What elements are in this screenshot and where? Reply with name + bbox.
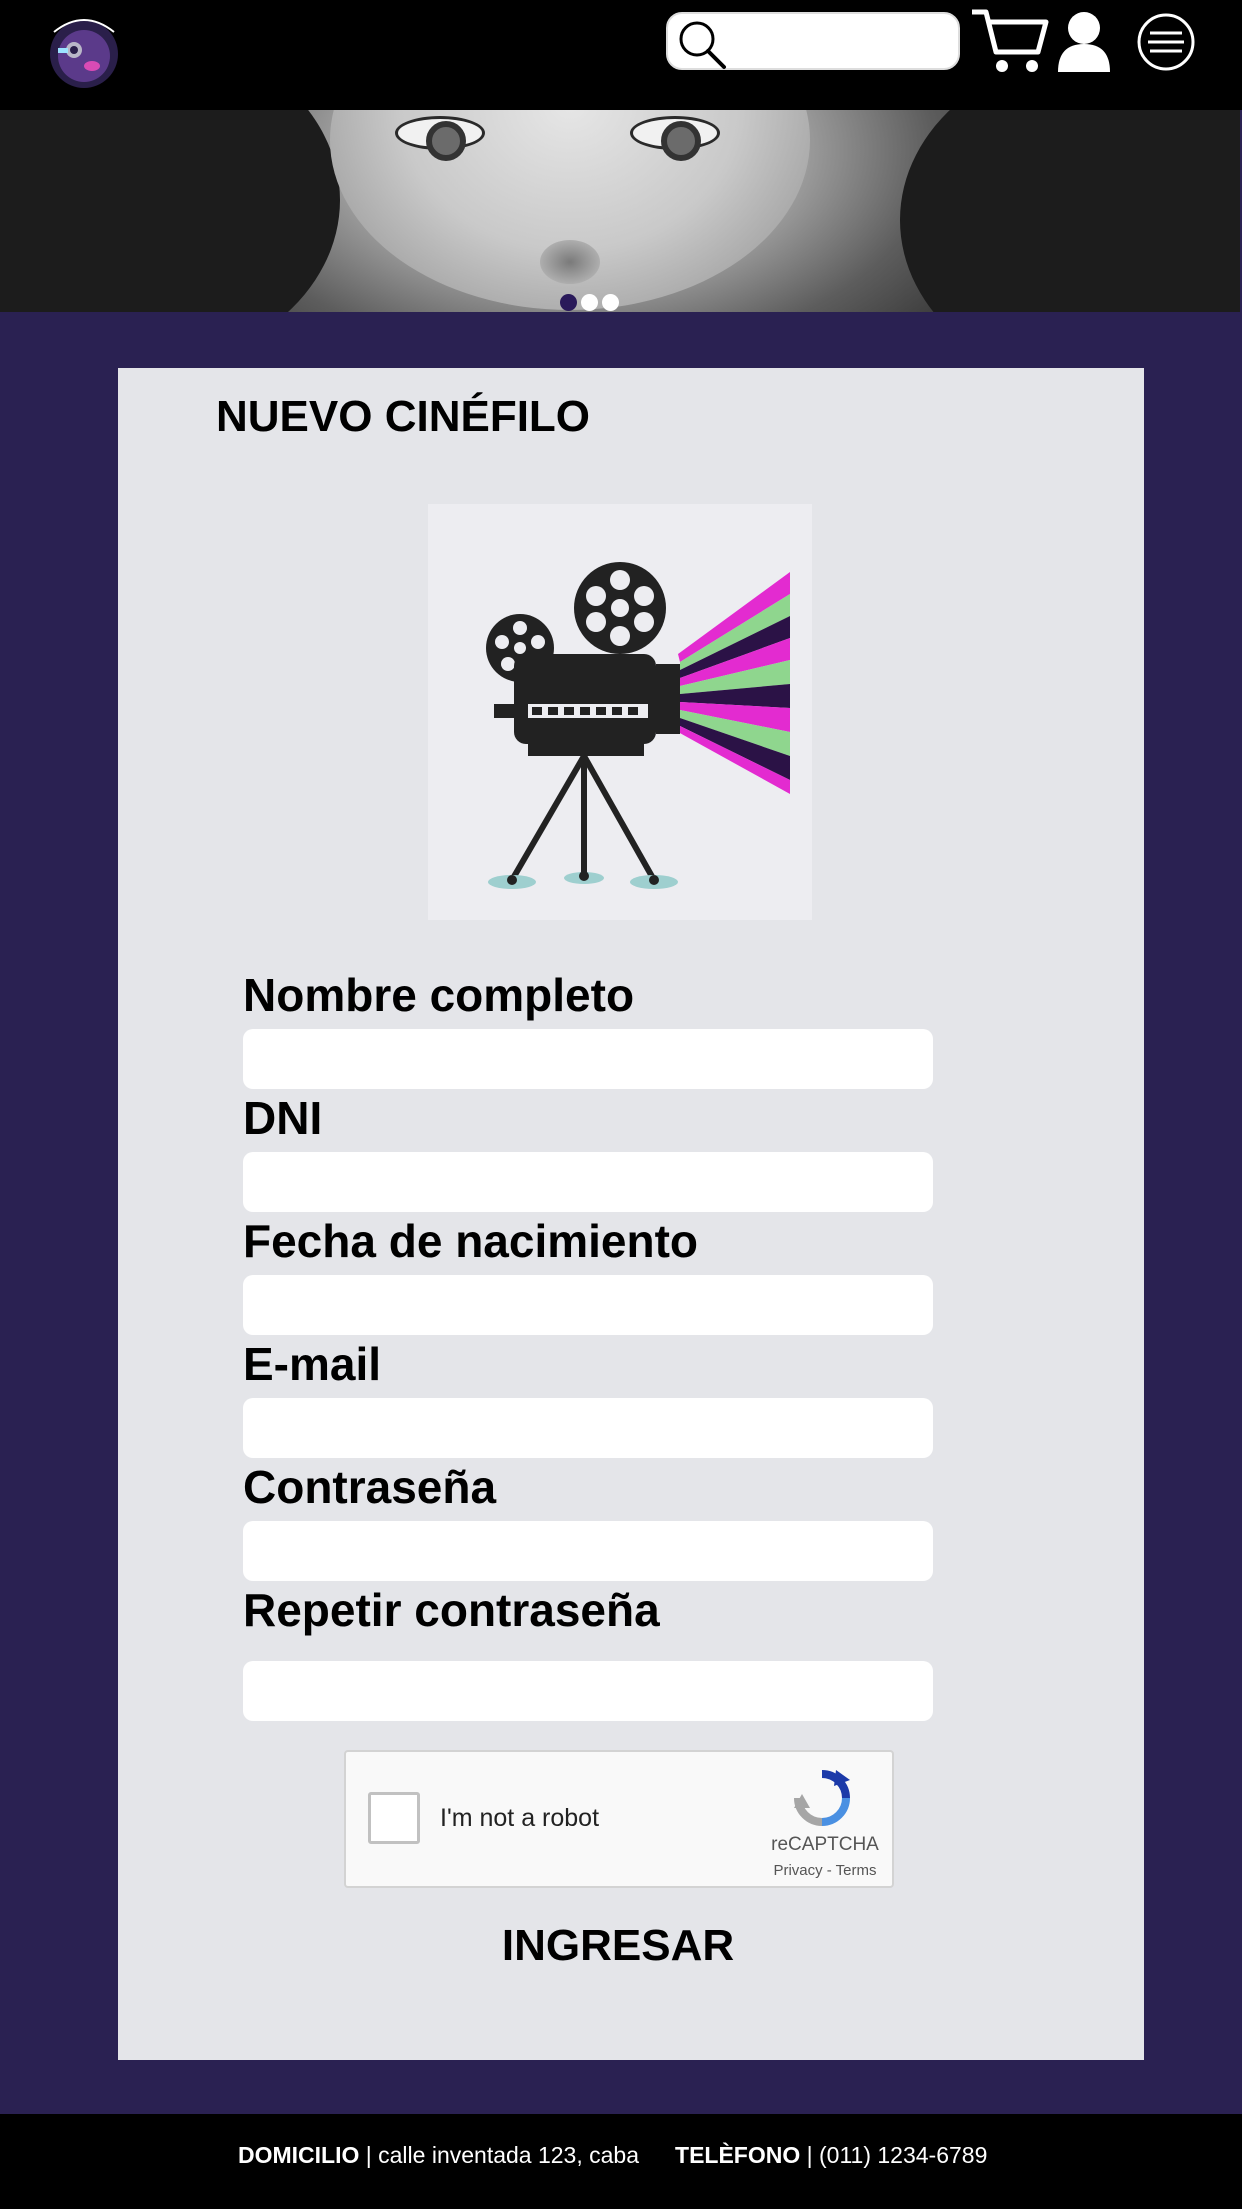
footer-phone-key: TELÈFONO xyxy=(675,2142,801,2168)
search-bar[interactable] xyxy=(666,12,960,70)
birth-date-label: Fecha de nacimiento xyxy=(243,1215,699,1267)
top-navbar xyxy=(0,0,1242,110)
search-icon[interactable] xyxy=(676,18,728,70)
password-label: Contraseña xyxy=(243,1461,497,1513)
hero-eye-left xyxy=(395,116,485,161)
email-label: E-mail xyxy=(243,1338,382,1390)
carousel-indicators xyxy=(560,294,619,312)
carousel-dot-2[interactable] xyxy=(581,294,598,311)
hero-nose xyxy=(540,240,600,284)
film-projector-illustration xyxy=(428,504,812,920)
footer: DOMICILIO | calle inventada 123, caba TEL… xyxy=(0,2114,1242,2209)
cine-melies-logo[interactable] xyxy=(44,10,124,92)
user-icon[interactable] xyxy=(1056,10,1112,74)
cart-icon[interactable] xyxy=(970,6,1050,76)
repeat-password-label: Repetir contraseña xyxy=(243,1584,660,1636)
recaptcha-widget: I'm not a robot reCAPTCHA Privacy - Term… xyxy=(344,1750,894,1888)
dni-label: DNI xyxy=(243,1092,323,1144)
carousel-dot-3[interactable] xyxy=(602,294,619,311)
hero-hair-right xyxy=(900,110,1240,312)
footer-address-key: DOMICILIO xyxy=(238,2142,360,2168)
registration-card: NUEVO CINÉFILO Nombre completo DNI Fecha… xyxy=(118,368,1144,2060)
full-name-input[interactable] xyxy=(243,1029,933,1089)
footer-address-value: | calle inventada 123, caba xyxy=(359,2142,640,2168)
hero-carousel-image xyxy=(0,110,1240,312)
hamburger-menu-icon[interactable] xyxy=(1136,12,1196,72)
full-name-label: Nombre completo xyxy=(243,969,635,1021)
footer-contact-line: DOMICILIO | calle inventada 123, caba TEL… xyxy=(238,2142,987,2169)
birth-date-input[interactable] xyxy=(243,1275,933,1335)
carousel-dot-1[interactable] xyxy=(560,294,577,311)
recaptcha-checkbox[interactable] xyxy=(368,1792,420,1844)
recaptcha-brand: reCAPTCHA xyxy=(771,1834,879,1855)
footer-phone-value: | (011) 1234-6789 xyxy=(800,2142,988,2168)
form-title: NUEVO CINÉFILO xyxy=(216,392,591,441)
recaptcha-privacy-terms-links[interactable]: Privacy - Terms xyxy=(760,1862,890,1879)
dni-input[interactable] xyxy=(243,1152,933,1212)
recaptcha-label: I'm not a robot xyxy=(440,1804,600,1832)
password-input[interactable] xyxy=(243,1521,933,1581)
hero-eye-right xyxy=(630,116,720,161)
repeat-password-input[interactable] xyxy=(243,1661,933,1721)
page: NUEVO CINÉFILO Nombre completo DNI Fecha… xyxy=(0,0,1242,2209)
email-input[interactable] xyxy=(243,1398,933,1458)
recaptcha-logo-icon xyxy=(794,1770,850,1826)
hero-hair-left xyxy=(0,110,340,312)
ingresar-submit-button[interactable]: INGRESAR xyxy=(418,1916,818,1976)
